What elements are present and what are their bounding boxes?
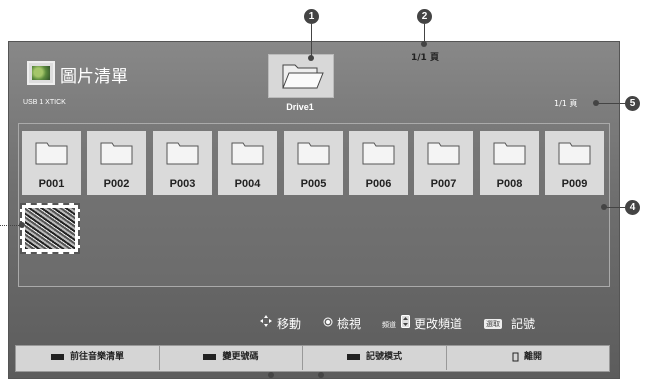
device-label: USB 1 XTICK	[23, 99, 66, 106]
callout-line	[597, 103, 625, 104]
exit-button[interactable]: 離開	[447, 345, 607, 370]
page-indicator: 1/1 頁	[554, 99, 578, 108]
yellow-key-icon	[346, 353, 360, 360]
navigate-arrows-icon	[260, 315, 272, 327]
mark-key-label: 選取	[484, 319, 502, 329]
callout-5: 5	[625, 96, 640, 111]
callout-line	[311, 24, 312, 58]
red-key-icon	[50, 353, 64, 360]
folder-icon	[297, 142, 330, 165]
callout-2: 2	[417, 9, 432, 24]
callout-line	[605, 207, 625, 208]
folder-label: P001	[38, 178, 65, 190]
green-key-icon	[203, 353, 217, 360]
ok-button-icon	[323, 317, 333, 327]
photo-list-icon	[27, 61, 55, 85]
folder-icon	[493, 142, 526, 165]
callout-dot	[268, 372, 274, 378]
exit-icon	[512, 352, 519, 361]
folder-icon	[166, 142, 199, 165]
goto-music-list-label: 前往音樂清單	[69, 352, 124, 362]
folder-label: P009	[561, 178, 588, 190]
folder-icon	[362, 142, 395, 165]
exit-label: 離開	[523, 352, 542, 362]
hint-mark: 記號	[511, 317, 536, 331]
callout-dot	[19, 222, 25, 228]
hint-move: 移動	[277, 317, 302, 331]
callout-dot	[318, 372, 324, 378]
callout-1: 1	[304, 9, 319, 24]
mark-mode-button[interactable]: 記號模式	[303, 345, 447, 370]
photo-image	[25, 208, 75, 249]
folder-label: P006	[365, 178, 392, 190]
goto-music-list-button[interactable]: 前往音樂清單	[16, 345, 160, 370]
folder-label: P003	[169, 178, 196, 190]
hint-view: 檢視	[337, 317, 362, 331]
folder-icon	[35, 142, 68, 165]
folder-label: P005	[300, 178, 327, 190]
folder-icon	[558, 142, 591, 165]
folder-label: P007	[430, 178, 457, 190]
drive-label: Drive1	[286, 102, 314, 112]
folder-label: P008	[496, 178, 523, 190]
change-number-button[interactable]: 變更號碼	[160, 345, 303, 370]
folder-label: P002	[103, 178, 130, 190]
page-indicator-top: 1/1 頁	[411, 53, 439, 63]
callout-line	[0, 225, 19, 226]
folder-icon	[427, 142, 460, 165]
channel-key-label: 頻道	[382, 321, 396, 329]
hint-change-channel: 更改頻道	[414, 317, 463, 331]
photo-thumbnail[interactable]	[20, 203, 80, 254]
callout-dot	[421, 41, 427, 47]
callout-dot	[593, 100, 599, 106]
callout-4: 4	[625, 200, 640, 215]
callout-dot	[308, 55, 314, 61]
drive-folder-button[interactable]	[268, 54, 334, 98]
folder-label: P004	[234, 178, 261, 190]
mark-mode-label: 記號模式	[365, 352, 402, 362]
folder-open-icon	[282, 64, 324, 89]
folder-icon	[231, 142, 264, 165]
change-number-label: 變更號碼	[222, 352, 259, 362]
channel-updown-icon	[401, 315, 410, 328]
callout-dot	[601, 204, 607, 210]
folder-icon	[100, 142, 133, 165]
page-title: 圖片清單	[60, 67, 128, 87]
